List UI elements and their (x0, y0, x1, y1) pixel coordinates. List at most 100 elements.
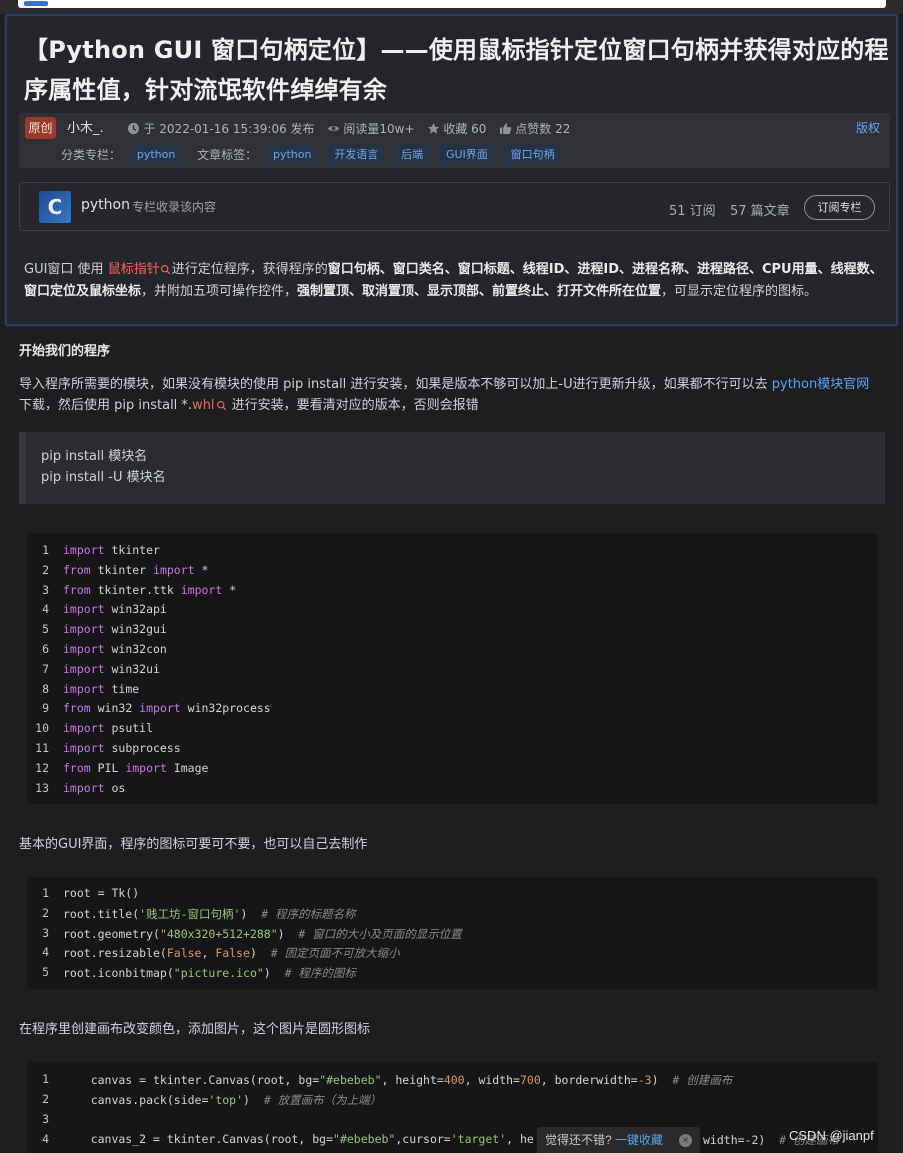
article-tag[interactable]: python (267, 145, 318, 164)
line-number: 3 (42, 1112, 49, 1126)
python-module-site-link[interactable]: python模块官网 (772, 377, 869, 392)
line-number: 1 (42, 886, 49, 900)
pip-install-quote: pip install 模块名 pip install -U 模块名 (19, 432, 885, 504)
line-number: 1 (42, 543, 49, 557)
search-icon[interactable] (160, 264, 171, 275)
like-count-text: 点赞数 22 (515, 121, 571, 136)
code-block-root[interactable]: 1 root = Tk() 2 root.title('贱工坊-窗口句柄') #… (27, 877, 878, 989)
line-number: 5 (42, 965, 49, 979)
code-line: import tkinter (63, 543, 160, 557)
search-icon[interactable] (216, 400, 227, 411)
eye-icon (328, 126, 340, 132)
publish-date-text: 于 2022-01-16 15:39:06 发布 (143, 121, 315, 136)
summary-keyword-link[interactable]: 鼠标指针 (108, 262, 160, 277)
paragraph-text: 进行安装，要看清对应的版本，否则会报错 (227, 398, 479, 413)
line-number: 8 (42, 681, 49, 696)
code-line: import win32gui (63, 622, 167, 637)
line-number: 4 (42, 1132, 49, 1146)
code-line: import psutil (63, 721, 154, 736)
favorite-count[interactable]: 收藏 60 (427, 118, 486, 139)
line-number: 2 (42, 562, 49, 577)
article-tags-row: 分类专栏： python 文章标签： python 开发语言 后端 GUI界面 … (61, 144, 568, 164)
paragraph-text: 导入程序所需要的模块，如果没有模块的使用 pip install 进行安装，如果… (19, 377, 772, 392)
code-line: root = Tk() (63, 886, 140, 900)
code-line: from tkinter import * (63, 562, 209, 577)
publish-date: 于 2022-01-16 15:39:06 发布 (127, 118, 315, 139)
read-count: 阅读量10w+ (327, 118, 415, 139)
summary-bold: 强制置顶、取消置顶、显示顶部、前置终止、打开文件所在位置 (297, 283, 662, 299)
quote-line: pip install 模块名 (41, 449, 148, 464)
line-number: 10 (35, 721, 49, 736)
column-description: 专栏收录该内容 (132, 200, 217, 214)
code-block-canvas[interactable]: 1 canvas = tkinter.Canvas(root, bg="#ebe… (27, 1062, 878, 1153)
one-click-favorite-link[interactable]: 一键收藏 (615, 1133, 663, 1147)
tags-label: 文章标签： (197, 147, 258, 162)
original-badge: 原创 (25, 117, 56, 139)
code-line: from tkinter.ttk import * (63, 582, 237, 597)
close-icon[interactable]: × (679, 1134, 692, 1147)
line-number: 4 (42, 602, 49, 617)
article-tag[interactable]: 窗口句柄 (504, 145, 561, 164)
line-number: 7 (42, 661, 49, 676)
read-count-text: 阅读量10w+ (343, 121, 415, 136)
toast-text: 觉得还不错? (545, 1133, 612, 1147)
article-title: 【Python GUI 窗口句柄定位】——使用鼠标指针定位窗口句柄并获得对应的程… (24, 36, 889, 104)
line-number: 3 (42, 582, 49, 597)
summary-text: ，可显示定位程序的图标。 (661, 283, 818, 299)
whl-keyword-link[interactable]: whl (192, 398, 214, 413)
column-article-count: 57 篇文章 (730, 204, 790, 219)
column-subscribers: 51 订阅 (669, 204, 716, 219)
line-number: 11 (35, 741, 49, 755)
code-line: root.iconbitmap("picture.ico") # 程序的图标 (63, 966, 356, 980)
line-number: 5 (42, 622, 49, 637)
line-number: 9 (42, 701, 49, 716)
article-header-card: 【Python GUI 窗口句柄定位】——使用鼠标指针定位窗口句柄并获得对应的程… (5, 14, 898, 326)
article-meta-box: 原创 小木_. 于 2022-01-16 15:39:06 发布 阅读量10w+… (19, 113, 890, 168)
favorite-count-text: 收藏 60 (443, 121, 487, 136)
summary-text: 进行定位程序，获得程序的 (171, 262, 328, 277)
code-line: import os (63, 780, 126, 795)
code-line: root.title('贱工坊-窗口句柄') # 程序的标题名称 (63, 907, 356, 921)
article-meta-row: 小木_. 于 2022-01-16 15:39:06 发布 阅读量10w+ 收藏… (67, 118, 880, 138)
code-line: root.geometry("480x320+512+288") # 窗口的大小… (63, 927, 462, 941)
code-line: canvas_2 = tkinter.Canvas(root, bg="#ebe… (63, 1132, 534, 1146)
article-tag[interactable]: 后端 (395, 145, 430, 164)
category-tag[interactable]: python (130, 145, 182, 164)
article-tag[interactable]: GUI界面 (439, 145, 494, 164)
favorite-prompt-toast: 觉得还不错? 一键收藏 × (537, 1127, 700, 1153)
quote-line: pip install -U 模块名 (41, 470, 166, 485)
code-line: root.resizable(False, False) # 固定页面不可放大缩… (63, 946, 400, 960)
code-line: canvas = tkinter.Canvas(root, bg="#ebebe… (63, 1073, 733, 1087)
author-link[interactable]: 小木_. (67, 119, 104, 139)
code-line: import subprocess (63, 741, 181, 755)
code-line: import win32con (63, 642, 167, 656)
category-label: 分类专栏： (61, 147, 122, 162)
csdn-watermark: CSDN @jianpf (789, 1128, 874, 1143)
article-tag[interactable]: 开发语言 (328, 145, 385, 164)
code-line: import win32ui (63, 661, 160, 676)
article-summary: GUI窗口 使用 鼠标指针 进行定位程序，获得程序的窗口句柄、窗口类名、窗口标题、… (24, 259, 890, 302)
line-number: 4 (42, 945, 49, 959)
code-line: import time (63, 681, 140, 696)
top-banner-strip (0, 0, 903, 14)
like-count[interactable]: 点赞数 22 (499, 118, 570, 139)
star-icon (428, 123, 440, 134)
code-line: from win32 import win32process (63, 701, 271, 716)
paragraph-install: 导入程序所需要的模块，如果没有模块的使用 pip install 进行安装，如果… (19, 374, 885, 416)
column-logo[interactable]: C (39, 191, 71, 223)
code-line: canvas.pack(side='top') # 放置画布（为上端） (63, 1093, 382, 1107)
column-name[interactable]: python (81, 197, 130, 213)
copyright-link[interactable]: 版权 (856, 118, 880, 138)
line-number: 1 (42, 1072, 49, 1086)
subscribe-column-button[interactable]: 订阅专栏 (804, 195, 875, 220)
thumbs-up-icon (500, 123, 512, 135)
paragraph-text: 下载，然后使用 pip install *. (19, 398, 193, 413)
clock-icon (128, 123, 140, 135)
paragraph-gui: 基本的GUI界面，程序的图标可要可不要，也可以自己去制作 (19, 837, 368, 852)
code-line: import win32api (63, 602, 167, 617)
code-line: from PIL import Image (63, 760, 209, 775)
section-title: 开始我们的程序 (19, 344, 111, 359)
line-number: 12 (35, 760, 49, 775)
summary-text: ，并附加五项可操作控件， (141, 283, 298, 299)
code-block-imports[interactable]: 1 import tkinter 2 from tkinter import * 3 fr… (27, 533, 878, 804)
